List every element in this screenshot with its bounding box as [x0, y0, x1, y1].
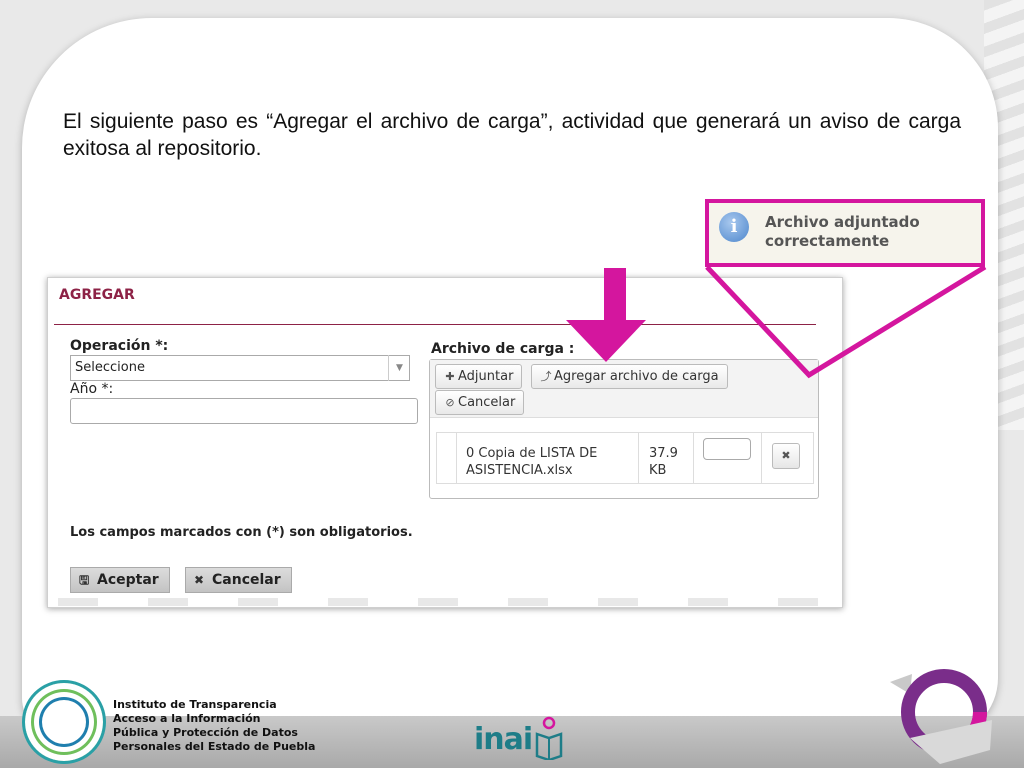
- notification-message: Archivo adjuntado correctamente: [765, 213, 920, 250]
- adjuntar-button[interactable]: ✚ Adjuntar: [435, 364, 523, 389]
- operacion-label: Operación *:: [70, 338, 169, 354]
- file-name: 0 Copia de LISTA DE ASISTENCIA.xlsx: [457, 433, 639, 483]
- close-icon: ✖: [194, 573, 205, 587]
- plus-icon: ✚: [445, 370, 455, 383]
- puebla-emblem-icon: [890, 669, 992, 764]
- upload-widget: ✚ Adjuntar ⤴ Agregar archivo de carga ⊘ Can…: [429, 359, 819, 499]
- chevron-down-icon[interactable]: ▼: [388, 355, 410, 381]
- archivo-label: Archivo de carga :: [431, 341, 575, 357]
- upload-icon: ⤴: [540, 370, 552, 383]
- agregar-label: Agregar archivo de carga: [554, 369, 719, 384]
- agregar-panel: AGREGAR Operación *: Seleccione ▼ Año *:…: [47, 277, 843, 608]
- info-icon: i: [719, 212, 749, 242]
- title-divider: [54, 324, 816, 325]
- panel-title: AGREGAR: [59, 287, 135, 303]
- inai-book-icon: [535, 716, 563, 760]
- required-fields-note: Los campos marcados con (*) son obligato…: [70, 525, 413, 540]
- institute-logo-icon: [22, 680, 106, 764]
- agregar-archivo-button[interactable]: ⤴ Agregar archivo de carga: [531, 364, 728, 389]
- background-table-ghost: [58, 598, 828, 606]
- file-progress-input[interactable]: [703, 438, 751, 460]
- cancelar-upload-button[interactable]: ⊘ Cancelar: [435, 390, 525, 415]
- inai-logo: inai: [474, 722, 533, 757]
- aceptar-label: Aceptar: [97, 572, 159, 588]
- operacion-select[interactable]: Seleccione: [70, 355, 410, 381]
- anio-input[interactable]: [70, 398, 418, 424]
- institute-name: Instituto de Transparencia Acceso a la I…: [113, 698, 316, 753]
- cancelar-button[interactable]: ✖ Cancelar: [185, 567, 292, 593]
- remove-file-button[interactable]: ✖: [772, 443, 800, 469]
- slide-instruction: El siguiente paso es “Agregar el archivo…: [63, 110, 961, 160]
- success-notification: i Archivo adjuntado correctamente: [705, 199, 985, 267]
- cancelar-label: Cancelar: [458, 395, 516, 410]
- adjuntar-label: Adjuntar: [458, 369, 514, 384]
- file-size: 37.9 KB: [639, 433, 694, 483]
- save-icon: 🖫: [79, 573, 90, 587]
- file-row: 0 Copia de LISTA DE ASISTENCIA.xlsx 37.9…: [436, 432, 814, 484]
- ban-icon: ⊘: [445, 396, 455, 409]
- aceptar-button[interactable]: 🖫 Aceptar: [70, 567, 170, 593]
- anio-label: Año *:: [70, 381, 114, 397]
- cancelar-action-label: Cancelar: [212, 572, 281, 588]
